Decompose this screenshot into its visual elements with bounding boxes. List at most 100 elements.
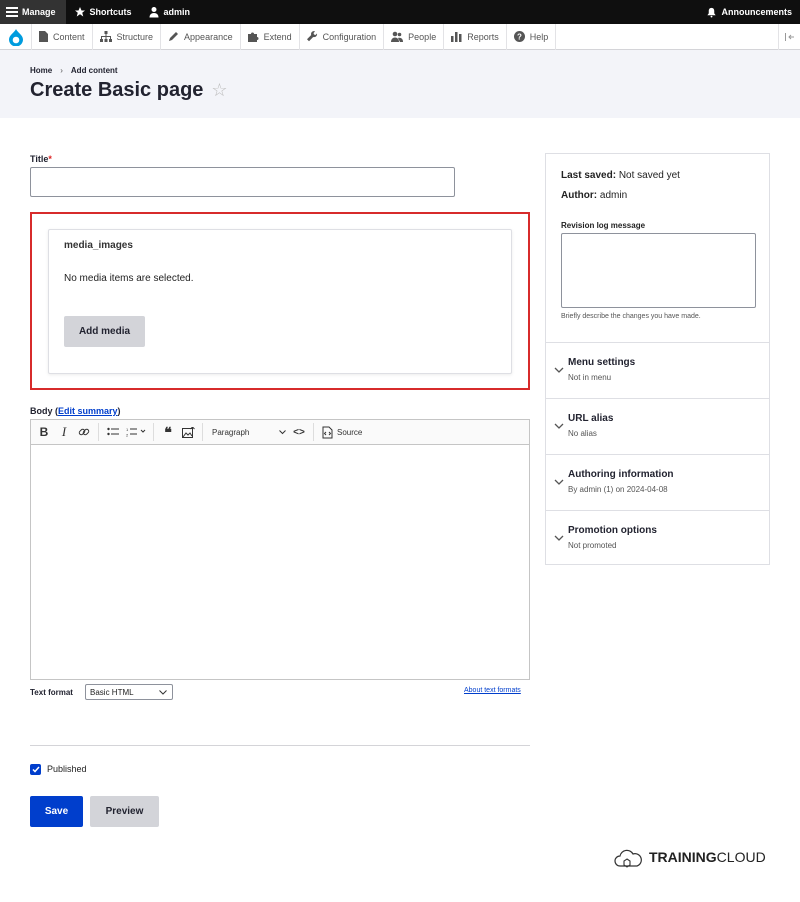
announcements-button[interactable]: Announcements xyxy=(698,0,800,24)
drupal-logo[interactable] xyxy=(0,23,32,50)
bell-icon xyxy=(707,7,717,18)
author: Author: admin xyxy=(561,190,627,201)
menu-content[interactable]: Content xyxy=(32,23,93,50)
title-input[interactable] xyxy=(30,167,455,197)
toolbar-separator xyxy=(313,423,314,441)
source-button[interactable]: Source xyxy=(319,422,364,442)
insert-image-button[interactable] xyxy=(179,422,197,442)
body-editor: B I 12 ❝ Paragraph <> Source xyxy=(30,419,530,680)
author-value: admin xyxy=(599,190,628,201)
section-summary: Not in menu xyxy=(568,373,612,382)
title-label-text: Title xyxy=(30,154,49,164)
menu-label: People xyxy=(408,31,437,42)
section-summary: No alias xyxy=(568,429,597,438)
preview-button[interactable]: Preview xyxy=(90,796,159,827)
body-label-text: Body ( xyxy=(30,406,58,416)
chevron-down-icon xyxy=(554,479,564,485)
menu-configuration[interactable]: Configuration xyxy=(300,23,385,50)
promotion-options-section[interactable]: Promotion options Not promoted xyxy=(546,510,769,566)
published-label: Published xyxy=(47,764,87,774)
meta-sidebar: Last saved: Not saved yet Author: admin … xyxy=(545,153,770,565)
shortcut-star-icon[interactable]: ☆ xyxy=(211,80,227,101)
star-icon xyxy=(74,7,85,17)
edit-summary-link[interactable]: Edit summary xyxy=(58,406,118,416)
menu-extend[interactable]: Extend xyxy=(241,23,300,50)
trainingcloud-logo: TRAININGCLOUD xyxy=(613,846,766,868)
media-images-widget: media_images No media items are selected… xyxy=(48,229,512,374)
menu-label: Configuration xyxy=(322,31,377,42)
italic-button[interactable]: I xyxy=(55,422,73,442)
section-summary: By admin (1) on 2024-04-08 xyxy=(568,485,668,494)
save-button[interactable]: Save xyxy=(30,796,83,827)
menu-help[interactable]: ? Help xyxy=(507,23,557,50)
structure-icon xyxy=(99,31,112,42)
puzzle-icon xyxy=(247,32,259,42)
chevron-down-icon xyxy=(159,689,167,695)
numbered-list-icon: 12 xyxy=(126,427,146,437)
svg-text:2: 2 xyxy=(126,433,129,438)
orientation-icon xyxy=(784,32,794,41)
menu-label: Appearance xyxy=(184,31,233,42)
menu-label: Content xyxy=(53,31,85,42)
revision-log-textarea[interactable] xyxy=(561,233,756,308)
section-title: Menu settings xyxy=(568,357,636,368)
menu-label: Help xyxy=(529,31,549,42)
link-button[interactable] xyxy=(75,422,93,442)
image-upload-icon xyxy=(181,426,195,438)
toolbar-orientation-toggle[interactable] xyxy=(778,23,800,50)
menu-settings-section[interactable]: Menu settings Not in menu xyxy=(546,342,769,398)
add-media-button[interactable]: Add media xyxy=(64,316,145,347)
published-checkbox[interactable] xyxy=(30,764,41,775)
admin-menu-bar: Content Structure Appearance Extend Conf… xyxy=(0,23,800,50)
revision-log-help: Briefly describe the changes you have ma… xyxy=(561,313,701,320)
bar-chart-icon xyxy=(451,32,462,42)
revision-log-label: Revision log message xyxy=(561,221,646,230)
user-button[interactable]: admin xyxy=(140,0,199,24)
breadcrumb-home[interactable]: Home xyxy=(30,66,52,75)
menu-appearance[interactable]: Appearance xyxy=(161,23,241,50)
brand-bold: TRAINING xyxy=(649,849,717,865)
manage-button[interactable]: Manage xyxy=(0,0,66,24)
menu-reports[interactable]: Reports xyxy=(444,23,507,50)
numbered-list-button[interactable]: 12 xyxy=(124,422,148,442)
required-mark: * xyxy=(48,154,52,164)
brand-name: TRAININGCLOUD xyxy=(649,849,766,865)
body-label-end: ) xyxy=(117,406,121,416)
section-summary: Not promoted xyxy=(568,541,617,550)
toolbar-separator xyxy=(98,423,99,441)
file-icon xyxy=(39,31,48,42)
menu-structure[interactable]: Structure xyxy=(93,23,162,50)
bold-button[interactable]: B xyxy=(35,422,53,442)
media-images-title: media_images xyxy=(64,240,133,251)
form-divider xyxy=(30,745,530,746)
blockquote-button[interactable]: ❝ xyxy=(159,422,177,442)
source-label: Source xyxy=(337,427,363,437)
author-label: Author: xyxy=(561,190,598,201)
heading-dropdown[interactable]: Paragraph xyxy=(208,422,288,442)
breadcrumb-separator: › xyxy=(60,66,63,75)
brand-rest: CLOUD xyxy=(716,849,766,865)
shortcuts-button[interactable]: Shortcuts xyxy=(66,0,140,24)
brush-icon xyxy=(169,32,179,41)
source-icon xyxy=(322,426,333,438)
hamburger-icon xyxy=(6,7,18,17)
user-label: admin xyxy=(163,7,191,17)
about-text-formats-link[interactable]: About text formats xyxy=(464,687,521,694)
breadcrumb-add-content[interactable]: Add content xyxy=(71,66,118,75)
bulleted-list-button[interactable] xyxy=(104,422,122,442)
toolbar-separator xyxy=(153,423,154,441)
url-alias-section[interactable]: URL alias No alias xyxy=(546,398,769,454)
last-saved: Last saved: Not saved yet xyxy=(561,170,680,181)
bulleted-list-icon xyxy=(107,427,119,436)
chevron-down-icon xyxy=(554,535,564,541)
text-format-select[interactable]: Basic HTML xyxy=(85,684,173,700)
authoring-information-section[interactable]: Authoring information By admin (1) on 20… xyxy=(546,454,769,510)
menu-people[interactable]: People xyxy=(384,23,445,50)
title-label: Title* xyxy=(30,154,52,164)
chevron-down-icon xyxy=(554,367,564,373)
cloud-icon xyxy=(614,849,642,868)
code-button[interactable]: <> xyxy=(290,422,308,442)
section-title: URL alias xyxy=(568,413,614,424)
manage-label: Manage xyxy=(22,7,56,17)
text-format-value: Basic HTML xyxy=(90,687,134,697)
